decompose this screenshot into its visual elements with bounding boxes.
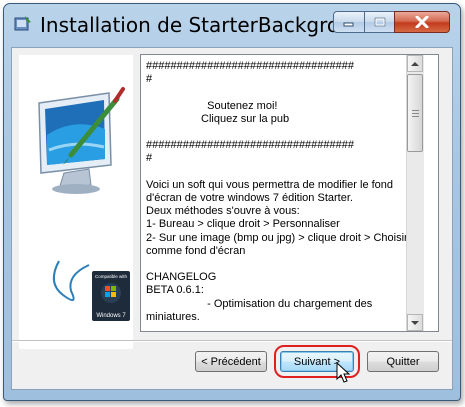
scrollbar-thumb[interactable]	[407, 74, 423, 152]
badge-top-label: Compatible with	[95, 274, 128, 279]
vertical-scrollbar[interactable]	[406, 55, 424, 331]
readme-textbox[interactable]: ################################## # Sou…	[140, 54, 439, 332]
badge-bottom-label: Windows 7	[96, 313, 126, 319]
installer-window: Installation de StarterBackgroundC... Co…	[3, 3, 461, 401]
maximize-icon	[374, 17, 385, 27]
close-button[interactable]	[394, 11, 450, 33]
installer-sidebar: Compatible with Windows 7	[19, 55, 133, 349]
windows7-artwork: Compatible with Windows 7	[38, 87, 130, 321]
close-icon	[415, 16, 429, 28]
arrow-down-icon	[411, 320, 419, 325]
readme-text: ################################## # Sou…	[146, 60, 408, 323]
decorative-swirl	[52, 260, 90, 302]
arrow-up-icon	[411, 61, 419, 66]
mouse-cursor-icon	[336, 362, 350, 383]
maximize-button[interactable]	[364, 11, 395, 33]
footer-separator	[12, 340, 452, 342]
thumb-grip	[412, 110, 419, 111]
quit-button[interactable]: Quitter	[367, 351, 439, 372]
installer-client-area: Compatible with Windows 7 ##############…	[11, 47, 453, 390]
minimize-button[interactable]	[333, 11, 365, 33]
installer-app-icon	[14, 16, 31, 31]
title-bar[interactable]: Installation de StarterBackgroundC...	[4, 4, 460, 44]
thumb-grip	[412, 113, 419, 114]
scroll-down-button[interactable]	[407, 314, 423, 331]
scroll-up-button[interactable]	[407, 55, 423, 72]
monitor-icon	[38, 92, 112, 194]
minimize-icon	[343, 22, 354, 27]
thumb-grip	[412, 116, 419, 117]
back-button[interactable]: < Précédent	[195, 351, 267, 372]
